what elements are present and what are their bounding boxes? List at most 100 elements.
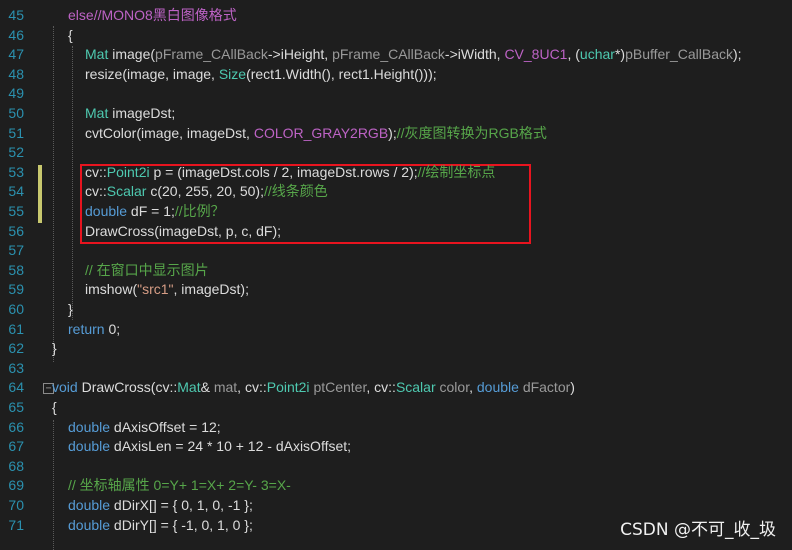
code-text: {	[68, 26, 73, 46]
code-token-plain: }	[68, 301, 73, 317]
code-text: imshow("src1", imageDst);	[85, 280, 249, 300]
code-token-plain: 0;	[104, 320, 121, 337]
code-text: Mat image(pFrame_CAllBack->iHeight, pFra…	[85, 45, 742, 65]
code-text: double dDirY[] = { -1, 0, 1, 0 };	[68, 516, 253, 536]
line-number: 51	[8, 124, 24, 141]
code-token-keyword: double	[68, 497, 111, 513]
code-line[interactable]: 68	[0, 457, 792, 477]
code-line[interactable]: 66 double dAxisOffset = 12;	[0, 418, 792, 438]
line-number: 57	[8, 242, 24, 259]
code-token-string: "src1"	[137, 281, 174, 298]
code-token-plain: }	[52, 340, 57, 357]
code-token-param: pFrame_CAllBack	[155, 46, 268, 63]
code-token-plain: *)	[614, 46, 626, 63]
code-token-comment: // 坐标轴属性 0=Y+ 1=X+ 2=Y- 3=X-	[68, 477, 291, 494]
code-token-comment: //比例？	[174, 203, 225, 219]
line-number: 53	[8, 163, 24, 180]
code-line[interactable]: 51 cvtColor(image, imageDst, COLOR_GRAY2R…	[0, 124, 792, 144]
code-token-param: dFactor	[522, 379, 571, 396]
code-line[interactable]: 56 DrawCross(imageDst, p, c, dF);	[0, 222, 792, 242]
code-token-type: Size	[218, 65, 247, 82]
line-number: 64	[8, 379, 24, 396]
code-token-type: Scalar	[395, 379, 436, 396]
code-token-plain: {	[52, 399, 57, 415]
code-line[interactable]: 54 cv::Scalar c(20, 255, 20, 50);//线条颜色	[0, 182, 792, 202]
code-token-param: color	[439, 379, 470, 396]
code-editor[interactable]: − 45 else//MONO8黑白图像格式 46{47 Mat image(pFra…	[0, 0, 792, 550]
code-token-macro: CV_8UC1	[504, 46, 568, 63]
code-token-comment: //灰度图转换为RGB格式	[396, 124, 547, 141]
code-text: double dAxisOffset = 12;	[68, 418, 221, 438]
code-token-type: Point2i	[106, 163, 150, 180]
code-token-keyword: double	[68, 438, 111, 455]
code-token-plain: iHeight	[280, 46, 325, 63]
code-token-macro: else	[68, 7, 94, 23]
code-line[interactable]: 57	[0, 241, 792, 261]
code-line[interactable]: 62}	[0, 339, 792, 359]
code-line[interactable]: 45 else//MONO8黑白图像格式	[0, 6, 792, 26]
line-number: 55	[8, 203, 24, 219]
code-token-plain: iWidth	[457, 46, 497, 63]
code-line[interactable]: 53 cv::Point2i p = (imageDst.cols / 2, im…	[0, 163, 792, 183]
code-line[interactable]: 64 void DrawCross(cv::Mat& mat, cv::Point…	[0, 378, 792, 398]
code-text: void DrawCross(cv::Mat& mat, cv::Point2i…	[52, 378, 575, 398]
code-token-plain: DrawCross(imageDst, p, c, dF);	[85, 222, 282, 239]
code-token-type: Mat	[85, 46, 109, 63]
code-token-keyword: double	[476, 379, 519, 396]
line-number: 46	[8, 26, 24, 43]
code-token-plain: , imageDst);	[173, 281, 249, 298]
code-token-plain: ->	[267, 46, 281, 63]
code-token-plain: , cv::	[237, 379, 267, 396]
code-token-comment: //线条颜色	[264, 183, 328, 200]
line-number: 66	[8, 418, 24, 435]
code-token-plain: image(	[108, 46, 156, 63]
line-number: 63	[8, 359, 24, 376]
code-line[interactable]: 70 double dDirX[] = { 0, 1, 0, -1 };	[0, 496, 792, 516]
code-token-plain: dAxisOffset = 12;	[110, 418, 221, 435]
line-number: 68	[8, 457, 24, 474]
code-text: cv::Point2i p = (imageDst.cols / 2, imag…	[85, 163, 495, 183]
code-token-plain: DrawCross(cv::	[77, 379, 178, 396]
code-line[interactable]: 67 double dAxisLen = 24 * 10 + 12 - dAxis…	[0, 437, 792, 457]
code-line[interactable]: 58 // 在窗口中显示图片	[0, 261, 792, 281]
code-line[interactable]: 61 return 0;	[0, 320, 792, 340]
code-line[interactable]: 47 Mat image(pFrame_CAllBack->iHeight, pF…	[0, 45, 792, 65]
line-number: 62	[8, 340, 24, 357]
line-number: 67	[8, 438, 24, 455]
code-text: Mat imageDst;	[85, 104, 175, 124]
code-token-param: mat	[213, 379, 238, 396]
code-line[interactable]: 60}	[0, 300, 792, 320]
code-line[interactable]: 63	[0, 359, 792, 379]
code-line[interactable]: 69 // 坐标轴属性 0=Y+ 1=X+ 2=Y- 3=X-	[0, 476, 792, 496]
code-text: double dDirX[] = { 0, 1, 0, -1 };	[68, 496, 253, 516]
code-token-param: pFrame_CAllBack	[332, 46, 445, 63]
line-number: 50	[8, 105, 24, 121]
line-number: 54	[8, 183, 24, 200]
code-token-macro: //MONO8黑白图像格式	[93, 7, 237, 23]
code-line[interactable]: 55 double dF = 1;//比例？	[0, 202, 792, 222]
code-line[interactable]: 46 {	[0, 26, 792, 46]
code-token-comment: //绘制坐标点	[417, 163, 496, 180]
code-token-plain: )	[570, 379, 575, 396]
code-token-plain: resize(image, image,	[85, 65, 219, 82]
code-line[interactable]: 50 Mat imageDst;	[0, 104, 792, 124]
line-number: 60	[8, 301, 24, 317]
code-line[interactable]: 52	[0, 143, 792, 163]
code-line[interactable]: 59 imshow("src1", imageDst);	[0, 280, 792, 300]
code-token-plain: p = (imageDst.cols / 2, imageDst.rows / …	[149, 163, 418, 180]
code-text: double dAxisLen = 24 * 10 + 12 - dAxisOf…	[68, 437, 351, 457]
code-line[interactable]: 49	[0, 84, 792, 104]
code-token-plain: cv::	[85, 163, 107, 180]
code-token-plain: imageDst;	[108, 105, 176, 121]
code-token-plain: {	[68, 26, 73, 43]
code-text: }	[52, 339, 57, 359]
code-token-plain: cvtColor(image, imageDst,	[85, 124, 254, 141]
code-token-plain: imshow(	[85, 281, 138, 298]
code-token-plain: &	[200, 379, 214, 396]
code-line[interactable]: 48 resize(image, image, Size(rect1.Width(…	[0, 65, 792, 85]
code-token-plain: dAxisLen = 24 * 10 + 12 - dAxisOffset;	[110, 438, 352, 455]
watermark: CSDN @不可_收_圾	[620, 520, 776, 540]
code-line[interactable]: 65 {	[0, 398, 792, 418]
code-text: DrawCross(imageDst, p, c, dF);	[85, 222, 281, 242]
code-text: double dF = 1;//比例？	[85, 202, 225, 222]
